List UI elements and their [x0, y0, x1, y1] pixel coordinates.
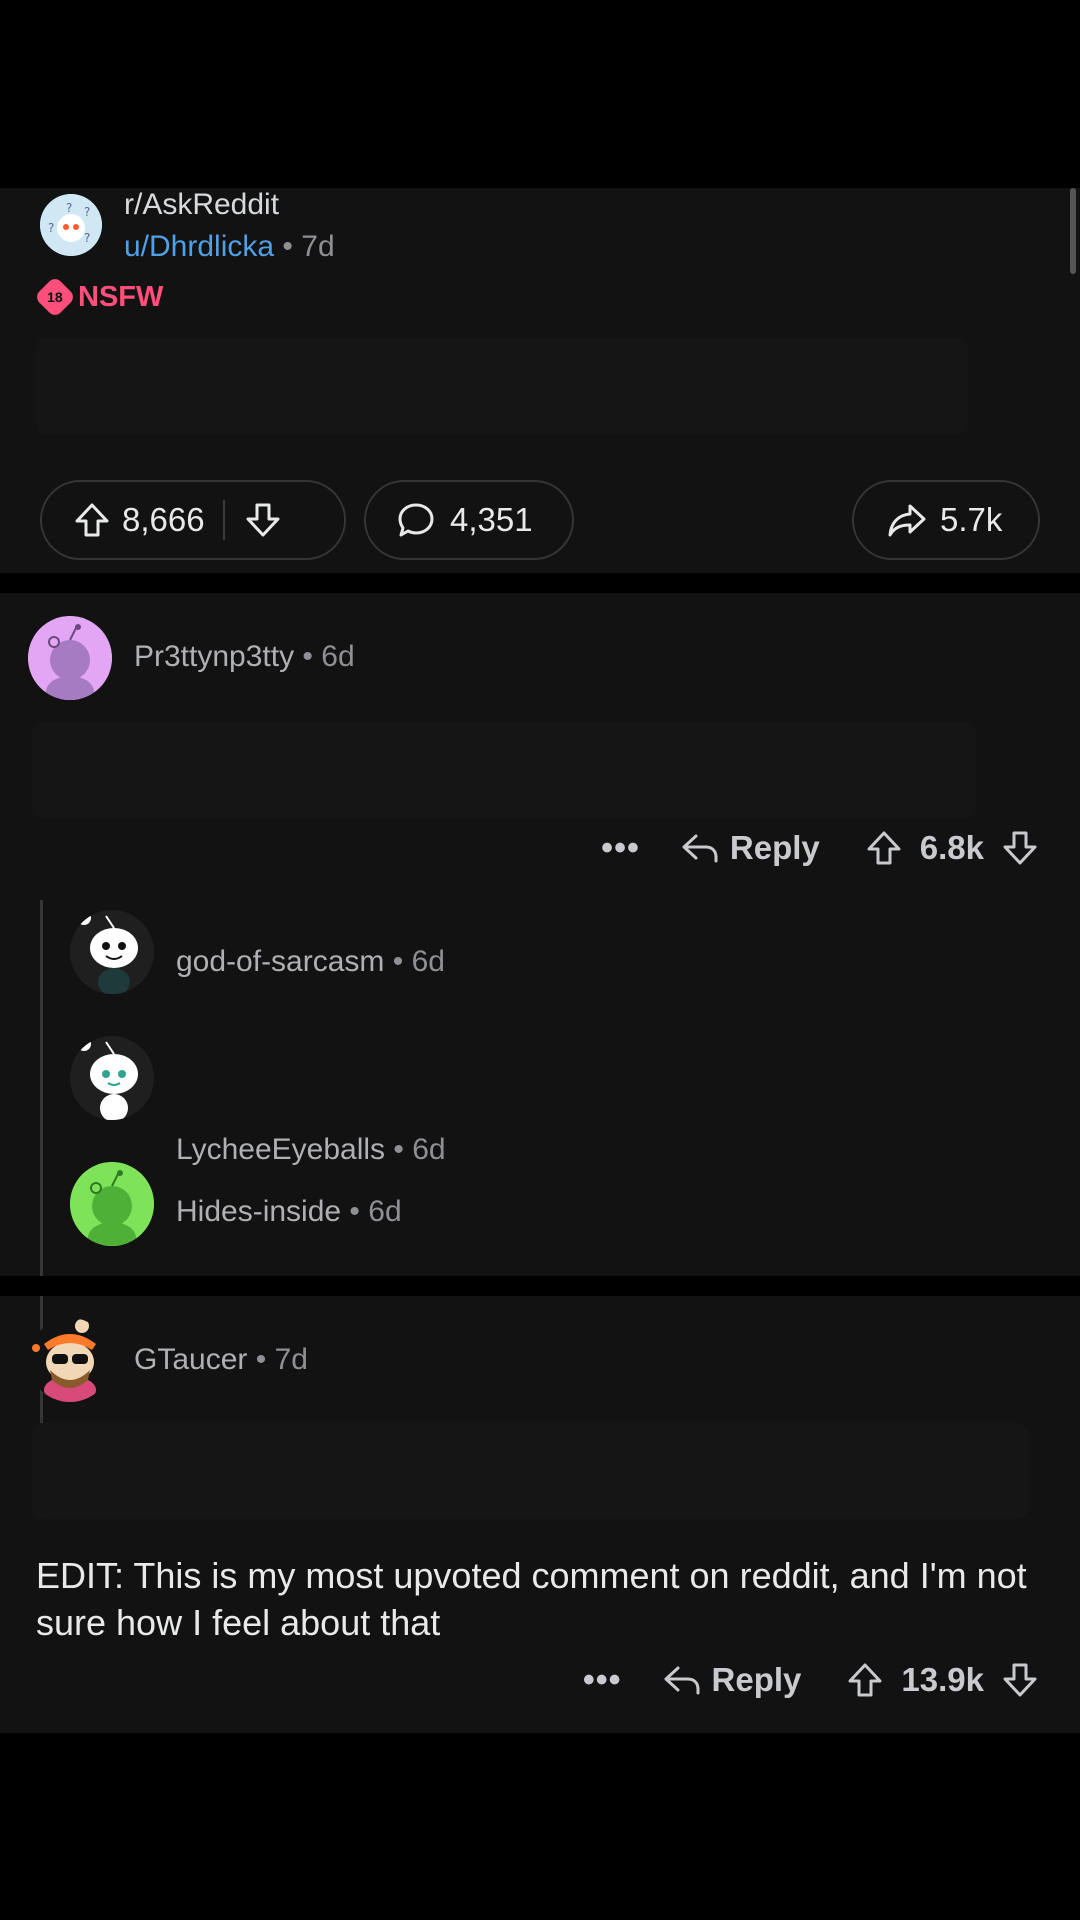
meta-separator: • [393, 1133, 404, 1166]
reply-arrow-icon [682, 834, 718, 863]
post-screen: ? ? ? ? r/AskReddit u/Dhrdlicka • 7d 18 … [0, 188, 1080, 1733]
downvote-icon[interactable] [243, 500, 283, 540]
reply-label: Reply [729, 829, 820, 866]
svg-text:?: ? [48, 221, 54, 235]
share-arrow-icon [886, 500, 928, 540]
vote-divider [222, 500, 225, 540]
reply-label: Reply [711, 1661, 802, 1698]
comment-author[interactable]: GTaucer [134, 1343, 247, 1376]
comment-text-redacted [32, 722, 976, 818]
reply-age: 6d [368, 1195, 402, 1228]
reply-author[interactable]: god-of-sarcasm [176, 945, 384, 978]
downvote-icon[interactable] [1000, 1660, 1040, 1700]
reply-age: 6d [412, 1133, 446, 1166]
reply-author-line: LycheeEyeballs • 6d [176, 1133, 446, 1167]
svg-text:?: ? [84, 231, 90, 245]
scrollbar[interactable] [1070, 188, 1076, 274]
section-separator [0, 1276, 1080, 1296]
post-author-link[interactable]: u/Dhrdlicka [124, 230, 274, 263]
reply-author-line: Hides-inside • 6d [176, 1195, 402, 1229]
post-age: 7d [301, 230, 335, 263]
reply-author[interactable]: Hides-inside [176, 1195, 341, 1228]
comment-count: 4,351 [450, 501, 533, 538]
post-vote-count: 8,666 [122, 501, 205, 538]
post-title-redacted [36, 338, 968, 434]
upvote-icon[interactable] [72, 500, 112, 540]
meta-separator: • [282, 230, 293, 263]
comment-actions: ••• Reply 6.8k [601, 828, 1040, 868]
comment-text-redacted [32, 1423, 1028, 1519]
upvote-icon[interactable] [864, 828, 904, 868]
reply-author[interactable]: LycheeEyeballs [176, 1133, 385, 1166]
reply-button[interactable]: Reply [680, 829, 820, 867]
comment-actions: ••• Reply 13.9k [583, 1660, 1040, 1700]
comment-bubble-icon [396, 500, 436, 540]
share-count: 5.7k [940, 501, 1003, 538]
meta-separator: • [255, 1343, 267, 1376]
nsfw-tag: 18 NSFW [33, 275, 164, 319]
reply-age: 6d [411, 945, 445, 978]
reply-avatar[interactable] [70, 1036, 154, 1120]
post-meta: u/Dhrdlicka • 7d [124, 230, 335, 264]
comment-score: 6.8k [919, 829, 984, 866]
meta-separator: • [392, 945, 404, 978]
section-separator [0, 573, 1080, 593]
nsfw-label: NSFW [78, 281, 164, 313]
comment-avatar[interactable] [28, 616, 112, 700]
comments-button[interactable]: 4,351 [364, 480, 574, 560]
nsfw-18-icon: 18 [33, 275, 77, 319]
reply-author-line: god-of-sarcasm • 6d [176, 945, 445, 979]
meta-separator: • [349, 1195, 360, 1228]
meta-separator: • [302, 640, 313, 673]
comment-score: 13.9k [901, 1661, 984, 1698]
reply-arrow-icon [664, 1666, 700, 1695]
subreddit-name[interactable]: r/AskReddit [124, 188, 279, 222]
reply-avatar[interactable] [70, 910, 154, 994]
comment-avatar[interactable] [28, 1318, 112, 1402]
reply-button[interactable]: Reply [662, 1661, 802, 1699]
vote-pill: 8,666 [40, 480, 346, 560]
downvote-icon[interactable] [1000, 828, 1040, 868]
reply-avatar[interactable] [70, 1162, 154, 1246]
comment-vote: 13.9k [845, 1660, 1040, 1700]
share-button[interactable]: 5.7k [852, 480, 1040, 560]
comment-vote: 6.8k [864, 828, 1040, 868]
more-options-button[interactable]: ••• [583, 1661, 622, 1700]
more-options-button[interactable]: ••• [601, 829, 640, 868]
subreddit-avatar-icon[interactable]: ? ? ? ? [40, 194, 102, 256]
comment-age: 6d [321, 640, 355, 673]
comment-body: EDIT: This is my most upvoted comment on… [36, 1555, 1027, 1643]
comment-author-line: GTaucer • 7d [134, 1343, 308, 1377]
comment-author[interactable]: Pr3ttynp3tty [134, 640, 294, 673]
comment-author-line: Pr3ttynp3tty • 6d [134, 640, 355, 674]
upvote-icon[interactable] [845, 1660, 885, 1700]
svg-text:?: ? [84, 205, 90, 219]
svg-text:?: ? [66, 201, 72, 215]
comment-age: 7d [274, 1343, 308, 1376]
